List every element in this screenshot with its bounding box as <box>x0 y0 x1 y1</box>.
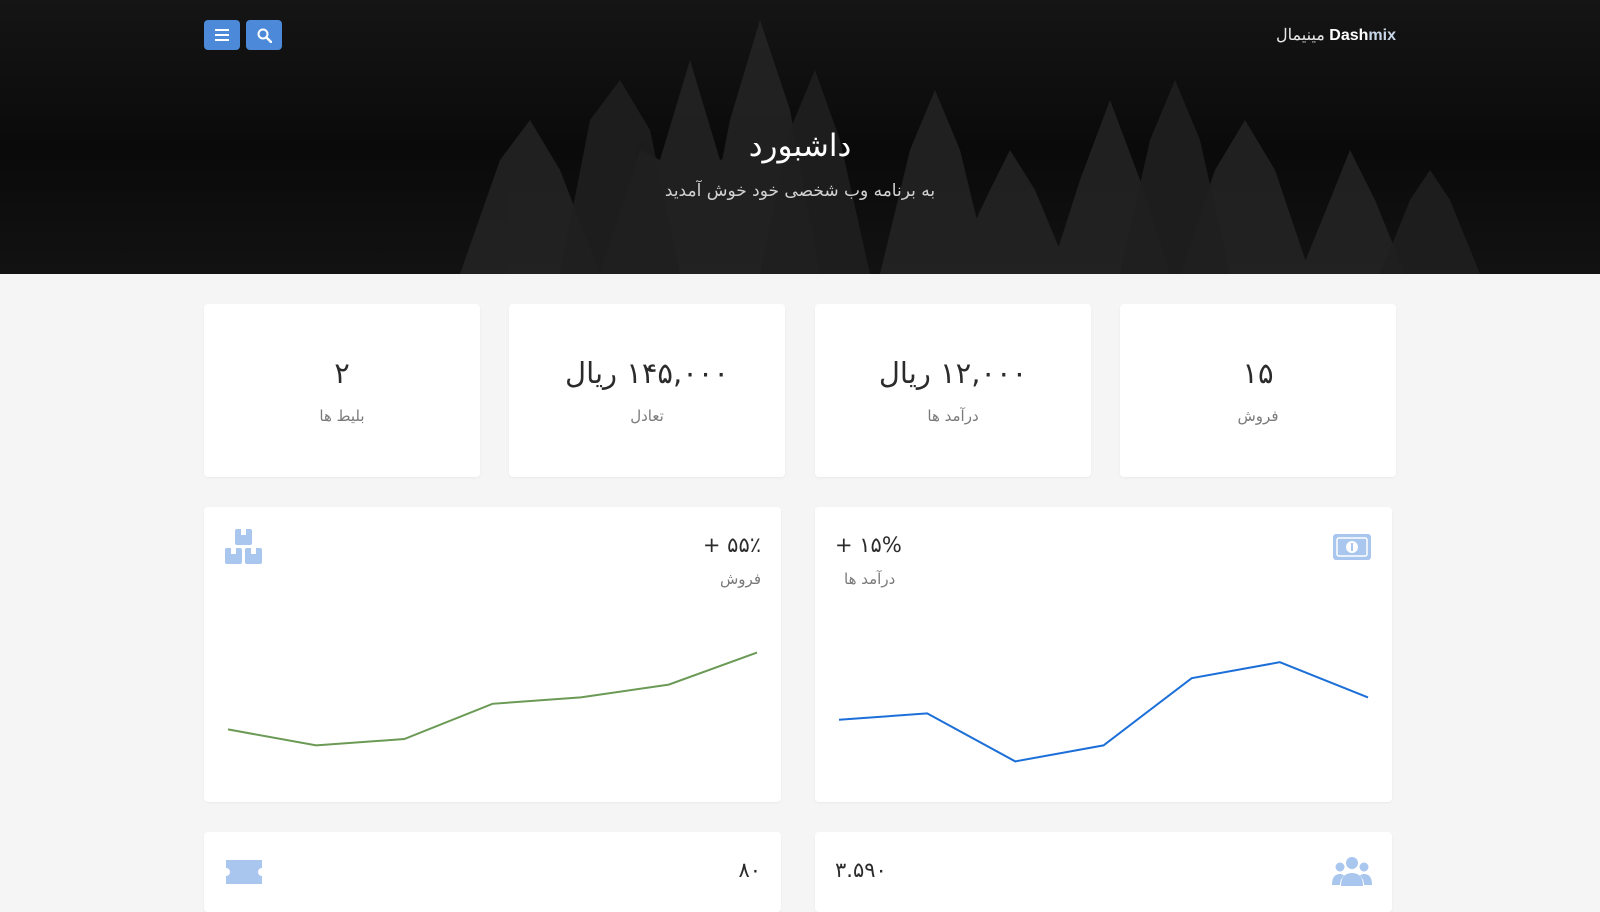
stat-label: درآمد ها <box>927 407 979 425</box>
earnings-series-line <box>838 661 1369 763</box>
search-icon <box>257 28 272 43</box>
stat-value: ۱۵ <box>1242 356 1274 390</box>
stat-value: ۱۴۵,۰۰۰ ریال <box>565 356 729 390</box>
brand-logo[interactable]: Dashmix مینیمال <box>1272 25 1396 45</box>
earnings-chart-card[interactable]: + ۱۵% درآمد ها <box>815 507 1392 802</box>
ticket-icon <box>226 860 262 884</box>
stat-value: ۲ <box>334 356 350 390</box>
users-icon <box>1332 857 1372 886</box>
stat-label: بلیط ها <box>319 407 365 425</box>
users-card[interactable]: ۳.۵۹۰ <box>815 832 1392 912</box>
users-value: ۳.۵۹۰ <box>835 858 887 882</box>
stat-value: ۱۲,۰۰۰ ریال <box>878 356 1028 390</box>
earnings-line-chart <box>838 661 1369 763</box>
bars-icon <box>215 29 229 41</box>
page-title: داشبورد <box>748 128 852 164</box>
stat-card-earnings[interactable]: ۱۲,۰۰۰ ریال درآمد ها <box>815 304 1091 477</box>
brand-mix: mix <box>1368 27 1396 44</box>
brand-dash: Dash <box>1329 27 1369 44</box>
stat-card-sales[interactable]: ۱۵ فروش <box>1120 304 1396 477</box>
stat-label: تعادل <box>630 407 664 425</box>
top-toolbar: Dashmix مینیمال <box>204 20 1396 52</box>
menu-button[interactable] <box>204 20 240 50</box>
stat-label: فروش <box>1237 407 1279 425</box>
stat-card-balance[interactable]: ۱۴۵,۰۰۰ ریال تعادل <box>509 304 785 477</box>
tickets-card[interactable]: ۸۰ <box>204 832 781 912</box>
sales-line-chart <box>227 651 758 747</box>
brand-suffix: مینیمال <box>1276 27 1325 44</box>
sales-chart-card[interactable]: + ۵۵٪ فروش <box>204 507 781 802</box>
hero-banner: Dashmix مینیمال داشبورد به برنامه وب شخص… <box>0 0 1600 274</box>
search-button[interactable] <box>246 20 282 50</box>
sales-series-line <box>227 651 758 747</box>
tickets-value: ۸۰ <box>738 858 761 882</box>
stat-card-tickets[interactable]: ۲ بلیط ها <box>204 304 480 477</box>
page-subtitle: به برنامه وب شخصی خود خوش آمدید <box>664 181 936 201</box>
